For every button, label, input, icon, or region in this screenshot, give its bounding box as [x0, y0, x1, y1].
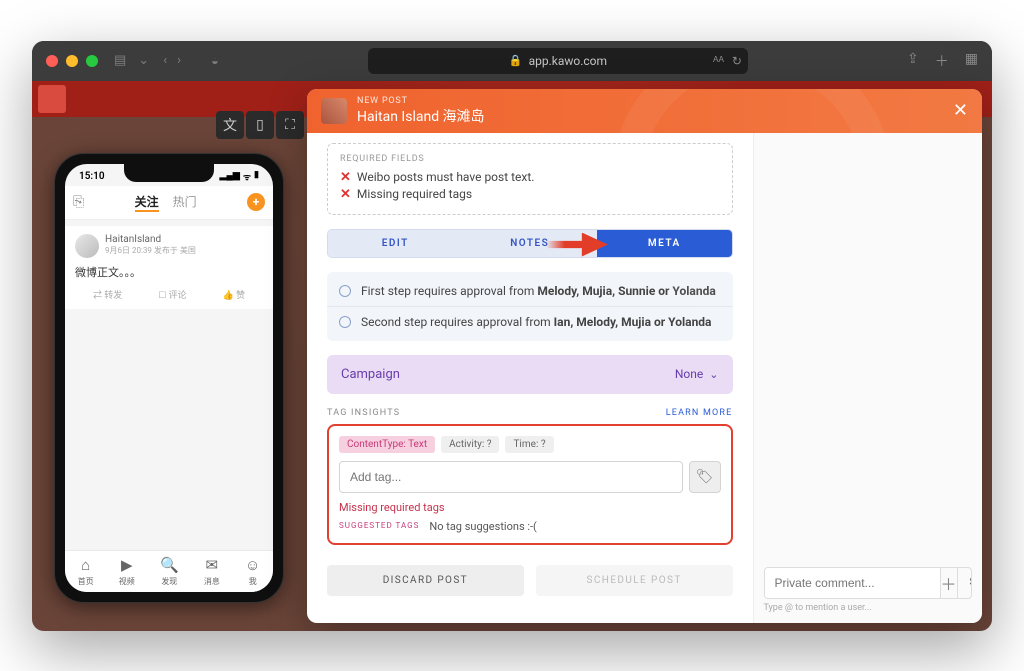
approval-step-2[interactable]: Second step requires approval from Ian, … [327, 306, 733, 337]
browser-titlebar: ▤ ⌄ ‹ › ◒ 🔒 app.kawo.com ᴬᴬ ↻ ⇪ ＋ ▦ [32, 41, 992, 81]
phone-time: 15:10 [79, 171, 105, 182]
shield-icon[interactable]: ◒ [211, 53, 219, 69]
tab-home[interactable]: ⌂首页 [78, 556, 94, 587]
approval-box: First step requires approval from Melody… [327, 272, 733, 341]
minimize-window-button[interactable] [66, 55, 78, 67]
error-icon: ✕ [340, 170, 351, 185]
modal-title: Haitan Island 海滩岛 [357, 106, 485, 126]
tag-insights-label: TAG INSIGHTS [327, 408, 400, 418]
required-fields-box: REQUIRED FIELDS ✕ Weibo posts must have p… [327, 143, 733, 215]
tab-discover[interactable]: 🔍发现 [160, 556, 179, 587]
edit-tabs: EDIT NOTES META [327, 229, 733, 258]
tab-notes[interactable]: NOTES [463, 230, 598, 257]
comment-input[interactable] [765, 568, 940, 598]
phone-screen: 15:10 ▂▄▆ᯤ▮ ⎘ 关注 热门 + [65, 164, 273, 592]
lock-icon: 🔒 [509, 54, 523, 67]
required-item-1: Weibo posts must have post text. [357, 170, 535, 184]
chip-time[interactable]: Time: ? [505, 436, 553, 453]
modal-body-left: REQUIRED FIELDS ✕ Weibo posts must have p… [307, 133, 753, 623]
phone-tabbar: ⌂首页 ▶视频 🔍发现 ✉消息 ☺我 [65, 550, 273, 592]
post-body: 微博正文。。。 [75, 264, 263, 280]
mention-hint: Type @ to mention a user... [764, 603, 973, 613]
post-author: HaitanIsland [105, 234, 196, 245]
modal-header: NEW POST Haitan Island 海滩岛 ✕ [307, 89, 982, 133]
tab-video[interactable]: ▶视频 [119, 556, 135, 587]
url-bar[interactable]: 🔒 app.kawo.com ᴬᴬ ↻ [368, 48, 748, 74]
learn-more-link[interactable]: LEARN MORE [666, 408, 733, 418]
phone-frame: 15:10 ▂▄▆ᯤ▮ ⎘ 关注 热门 + [54, 153, 284, 603]
weibo-topbar: ⎘ 关注 热门 + [65, 186, 273, 220]
back-icon[interactable]: ‹ [163, 53, 167, 68]
device-icon[interactable]: ▯ [246, 111, 274, 139]
suggested-tags-label: SUGGESTED TAGS [339, 521, 419, 531]
tab-edit[interactable]: EDIT [328, 230, 463, 257]
missing-tags-error: Missing required tags [339, 501, 721, 514]
chip-activity[interactable]: Activity: ? [441, 436, 499, 453]
translate-icon[interactable]: 文 [216, 111, 244, 139]
close-icon[interactable]: ✕ [953, 100, 968, 121]
tab-meta[interactable]: META [597, 230, 732, 257]
phone-notch [124, 164, 214, 182]
preview-toolbar: 文 ▯ ⛶ [216, 111, 304, 139]
weibo-compose-button[interactable]: + [247, 193, 265, 211]
error-icon: ✕ [340, 187, 351, 202]
browser-window: ▤ ⌄ ‹ › ◒ 🔒 app.kawo.com ᴬᴬ ↻ ⇪ ＋ ▦ [32, 41, 992, 631]
tag-insights-section: TAG INSIGHTS LEARN MORE ContentType: Tex… [327, 408, 733, 545]
new-tab-icon[interactable]: ＋ [935, 51, 949, 71]
repost-action[interactable]: ⇄ 转发 [93, 288, 122, 301]
required-item-2: Missing required tags [357, 187, 472, 201]
window-controls [46, 55, 98, 67]
campaign-label: Campaign [341, 367, 400, 382]
camera-icon[interactable]: ⎘ [73, 194, 84, 210]
discard-post-button[interactable]: DISCARD POST [327, 565, 524, 596]
comment-action[interactable]: ☐ 评论 [158, 288, 186, 301]
weibo-tab-follow[interactable]: 关注 [135, 193, 159, 212]
approval-step-1[interactable]: First step requires approval from Melody… [327, 276, 733, 306]
comments-panel: ＋ SEND Type @ to mention a user... [753, 133, 983, 623]
account-avatar [321, 98, 347, 124]
radio-icon[interactable] [339, 316, 351, 328]
send-button[interactable]: SEND [957, 568, 972, 598]
forward-icon[interactable]: › [177, 53, 181, 68]
schedule-post-button[interactable]: SCHEDULE POST [536, 565, 733, 596]
tag-box: ContentType: Text Activity: ? Time: ? 🏷 … [327, 424, 733, 545]
required-fields-label: REQUIRED FIELDS [340, 154, 720, 164]
tab-me[interactable]: ☺我 [245, 556, 260, 587]
campaign-selector[interactable]: Campaign None ⌄ [327, 355, 733, 394]
content-area: 文 ▯ ⛶ 15:10 ▂▄▆ᯤ▮ ⎘ 关注 热门 [32, 81, 992, 631]
weibo-tab-hot[interactable]: 热门 [173, 193, 197, 212]
post-meta: 9月6日 20:39 发布于 美国 [105, 245, 196, 256]
modal-footer-buttons: DISCARD POST SCHEDULE POST [307, 555, 753, 606]
share-icon[interactable]: ⇪ [907, 51, 919, 71]
modal-subtitle: NEW POST [357, 96, 485, 106]
radio-icon[interactable] [339, 285, 351, 297]
close-window-button[interactable] [46, 55, 58, 67]
tab-msg[interactable]: ✉消息 [204, 556, 220, 587]
tab-overview-icon[interactable]: ▦ [965, 51, 978, 71]
chevron-down-icon: ⌄ [709, 368, 718, 381]
image-icon[interactable]: ⛶ [276, 111, 304, 139]
post-editor-modal: NEW POST Haitan Island 海滩岛 ✕ REQUIRED FI… [307, 89, 982, 623]
chip-contenttype[interactable]: ContentType: Text [339, 436, 435, 453]
post-avatar [75, 234, 99, 258]
preview-panel: 文 ▯ ⛶ 15:10 ▂▄▆ᯤ▮ ⎘ 关注 热门 [54, 153, 304, 613]
campaign-value: None [675, 367, 703, 381]
comment-bar: ＋ SEND Type @ to mention a user... [764, 567, 973, 613]
maximize-window-button[interactable] [86, 55, 98, 67]
like-action[interactable]: 👍 赞 [223, 288, 245, 301]
add-attachment-icon[interactable]: ＋ [940, 568, 957, 598]
reload-icon[interactable]: ↻ [732, 54, 742, 68]
chevron-down-icon[interactable]: ⌄ [138, 53, 149, 68]
reader-icon[interactable]: ᴬᴬ [713, 54, 724, 68]
sidebar-toggle-icon[interactable]: ▤ [114, 53, 126, 68]
tag-icon[interactable]: 🏷 [689, 461, 721, 493]
url-text: app.kawo.com [529, 54, 607, 68]
tag-input[interactable] [339, 461, 683, 493]
weibo-post: HaitanIsland 9月6日 20:39 发布于 美国 微博正文。。。 ⇄… [65, 226, 273, 309]
suggested-tags-text: No tag suggestions :-( [429, 520, 536, 533]
